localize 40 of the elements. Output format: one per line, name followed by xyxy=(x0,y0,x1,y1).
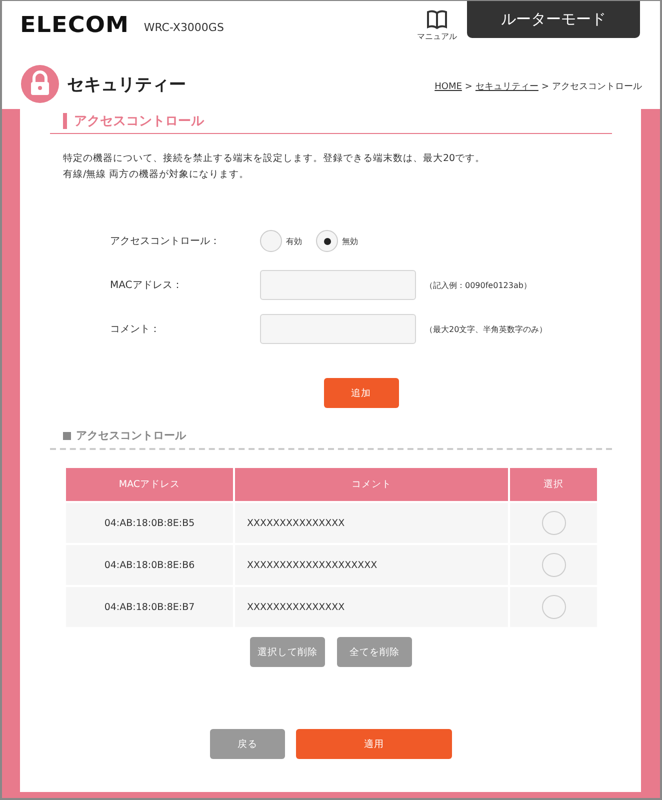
radio-label: 無効 xyxy=(342,236,358,246)
comment-cell: XXXXXXXXXXXXXXX xyxy=(234,502,509,544)
breadcrumb-separator: > xyxy=(541,82,549,92)
model-name: WRC-X3000GS xyxy=(144,21,224,34)
mac-cell: 04:AB:18:0B:8E:B5 xyxy=(65,502,234,544)
comment-cell: XXXXXXXXXXXXXXXXXXXX xyxy=(234,544,509,586)
select-radio[interactable] xyxy=(542,595,566,619)
logo: ELECOM xyxy=(20,13,130,38)
input-field[interactable] xyxy=(260,314,416,344)
radio-button[interactable] xyxy=(260,230,282,252)
field-label: MACアドレス： xyxy=(110,279,184,292)
breadcrumb-current: アクセスコントロール xyxy=(552,80,642,92)
book-icon xyxy=(426,8,448,30)
select-radio[interactable] xyxy=(542,511,566,535)
column-header: 選択 xyxy=(509,468,598,502)
lock-icon xyxy=(21,65,59,103)
radio-option[interactable]: 有効 xyxy=(260,230,302,252)
column-header: コメント xyxy=(234,468,509,502)
select-radio[interactable] xyxy=(542,553,566,577)
comment-cell: XXXXXXXXXXXXXXX xyxy=(234,586,509,628)
breadcrumb-link[interactable]: HOME xyxy=(434,82,462,92)
breadcrumb-link[interactable]: セキュリティー xyxy=(475,80,538,92)
section-header: アクセスコントロール xyxy=(50,109,612,134)
list-heading: アクセスコントロール xyxy=(63,428,612,443)
radio-option[interactable]: 無効 xyxy=(316,230,358,252)
field-hint: （最大20文字、半角英数字のみ） xyxy=(425,324,548,334)
field-label: コメント： xyxy=(110,323,161,336)
radio-label: 有効 xyxy=(286,236,302,246)
page-title: セキュリティー xyxy=(67,74,187,96)
manual-link[interactable]: マニュアル xyxy=(417,8,457,42)
field-label: アクセスコントロール： xyxy=(110,235,221,248)
input-field[interactable] xyxy=(260,270,416,300)
radio-button[interactable] xyxy=(316,230,338,252)
mac-cell: 04:AB:18:0B:8E:B6 xyxy=(65,544,234,586)
mode-label: ルーターモード xyxy=(467,1,640,38)
description: 特定の機器について、接続を禁止する端末を設定します。登録できる端末数は、最大20です。 有線/無線 両方の機器が対象になります。 xyxy=(63,152,486,182)
field-hint: （記入例：0090fe0123ab） xyxy=(425,280,532,290)
mac-cell: 04:AB:18:0B:8E:B7 xyxy=(65,586,234,628)
breadcrumb-separator: > xyxy=(464,82,472,92)
column-header: MACアドレス xyxy=(65,468,234,502)
